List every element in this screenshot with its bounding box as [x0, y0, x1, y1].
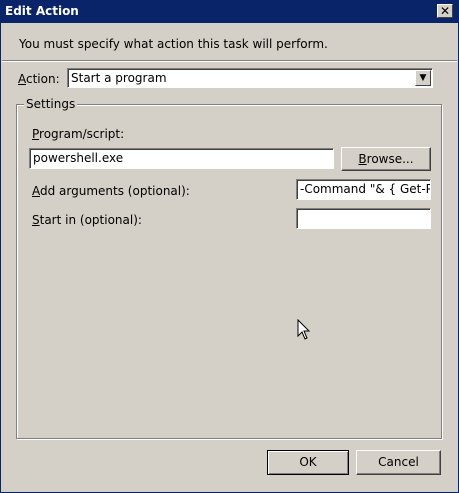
program-script-label: Program/script:: [32, 127, 124, 141]
window-title: Edit Action: [5, 4, 79, 18]
add-arguments-input[interactable]: -Command "& { Get-Pro: [296, 179, 431, 200]
program-label-mnemonic: P: [32, 127, 40, 141]
browse-button[interactable]: Browse...: [341, 147, 431, 171]
cancel-button[interactable]: Cancel: [356, 450, 441, 475]
chevron-down-icon: ▼: [419, 73, 427, 83]
start-label-mnemonic: S: [32, 213, 40, 227]
program-script-input[interactable]: powershell.exe: [29, 148, 334, 169]
start-in-label: Start in (optional):: [32, 213, 142, 227]
action-label: Action:: [18, 72, 60, 86]
title-bar[interactable]: Edit Action ✕: [1, 1, 458, 23]
action-select[interactable]: Start a program ▼: [67, 68, 433, 88]
settings-group-label: Settings: [24, 97, 78, 111]
start-in-input[interactable]: [296, 208, 431, 229]
close-icon: ✕: [439, 4, 451, 18]
action-select-value: Start a program: [71, 71, 167, 85]
mouse-pointer-icon: [297, 319, 311, 340]
edit-action-dialog: Edit Action ✕ You must specify what acti…: [0, 0, 459, 493]
args-label-rest: dd arguments (optional):: [40, 184, 190, 198]
header-separator: [2, 60, 457, 62]
add-arguments-label: Add arguments (optional):: [32, 184, 190, 198]
ok-button[interactable]: OK: [267, 450, 349, 475]
action-label-rest: ction:: [26, 72, 60, 86]
browse-label-mnemonic: B: [358, 152, 367, 166]
action-label-mnemonic: A: [18, 72, 26, 86]
args-label-mnemonic: A: [32, 184, 40, 198]
start-label-rest: tart in (optional):: [39, 213, 142, 227]
instruction-text: You must specify what action this task w…: [19, 37, 328, 51]
dropdown-button[interactable]: ▼: [415, 70, 431, 86]
header-pane: You must specify what action this task w…: [2, 23, 457, 61]
close-button[interactable]: ✕: [437, 4, 453, 18]
program-label-rest: rogram/script:: [39, 127, 125, 141]
browse-label-rest: rowse...: [366, 152, 414, 166]
